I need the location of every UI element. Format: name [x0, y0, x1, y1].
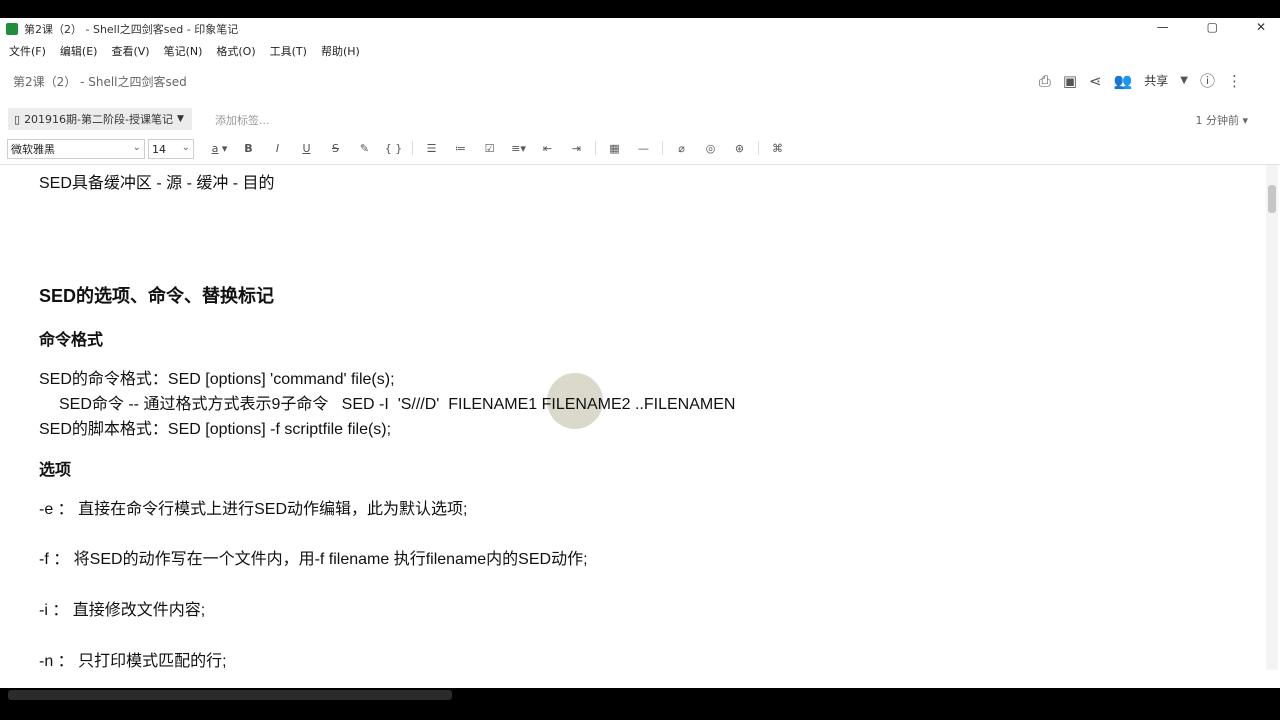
chevron-down-icon: ⌄	[181, 142, 190, 153]
toolbar-divider	[595, 141, 596, 155]
close-button[interactable]: ✕	[1256, 20, 1266, 34]
italic-button[interactable]: I	[263, 142, 292, 155]
outdent-icon[interactable]: ⇤	[533, 142, 562, 155]
window-controls: — ▢ ✕	[1157, 20, 1266, 34]
font-size-select[interactable]: 14 ⌄	[148, 139, 194, 159]
chevron-down-icon: ▼	[177, 114, 184, 124]
share-people-icon[interactable]: 👥	[1114, 72, 1133, 90]
share-button[interactable]: 共享	[1144, 72, 1168, 89]
font-family-value: 微软雅黑	[11, 143, 55, 156]
add-tag-input[interactable]: 添加标签...	[215, 112, 270, 128]
code-button[interactable]: { }	[379, 142, 408, 155]
notebook-name: 201916期-第二阶段-授课笔记	[24, 113, 173, 126]
format-toolbar: 微软雅黑 ⌄ 14 ⌄ a ▾ B I U S ✎ { } ☰ ≔ ☑ ≡▾ ⇤…	[0, 134, 1280, 165]
scrollbar-thumb[interactable]	[1268, 185, 1276, 213]
underline-button[interactable]: U	[292, 142, 321, 155]
title-bar: 第2课（2） - Shell之四剑客sed - 印象笔记 — ▢ ✕	[0, 18, 1280, 40]
font-color-label: a	[211, 141, 219, 155]
horizontal-scrollbar[interactable]	[8, 690, 452, 700]
present-icon[interactable]: ▣	[1063, 72, 1077, 90]
note-header: 第2课（2） - Shell之四剑客sed ⎙ ▣ ⋖ 👥 共享 ▼ ⓘ ⋮	[0, 62, 1280, 106]
font-family-select[interactable]: 微软雅黑 ⌄	[7, 139, 145, 159]
menu-help[interactable]: 帮助(H)	[321, 43, 360, 59]
share-dropdown-icon[interactable]: ▼	[1180, 75, 1188, 86]
bold-button[interactable]: B	[234, 142, 263, 155]
restore-button[interactable]: ▢	[1207, 20, 1218, 34]
header-actions: ⎙ ▣ ⋖ 👥 共享 ▼ ⓘ ⋮	[1039, 70, 1242, 91]
menu-edit[interactable]: 编辑(E)	[60, 43, 98, 59]
window-title: 第2课（2） - Shell之四剑客sed - 印象笔记	[24, 23, 239, 36]
more-tools-icon[interactable]: ⌘	[763, 142, 792, 155]
bullet-list-icon[interactable]: ☰	[417, 142, 446, 155]
option-i: -i ： 直接修改文件内容;	[39, 602, 206, 619]
heading-sed-options: SED的选项、命令、替换标记	[39, 286, 275, 306]
menu-view[interactable]: 查看(V)	[111, 43, 149, 59]
evernote-app-icon	[6, 23, 18, 35]
screen-top-border	[0, 0, 1280, 18]
indent-icon[interactable]: ⇥	[562, 142, 591, 155]
heading-command-format: 命令格式	[39, 332, 104, 349]
minimize-button[interactable]: —	[1157, 20, 1169, 34]
text-line: SED命令 -- 通过格式方式表示9子命令 SED -I 'S///D' FIL…	[59, 396, 736, 413]
print-icon[interactable]: ⎙	[1039, 72, 1051, 90]
font-size-value: 14	[152, 142, 166, 156]
vertical-scrollbar[interactable]	[1266, 165, 1278, 670]
option-n: -n ： 只打印模式匹配的行;	[39, 653, 227, 670]
note-editor[interactable]: SED具备缓冲区 - 源 - 缓冲 - 目的 SED的选项、命令、替换标记 命令…	[0, 165, 1266, 670]
horizontal-rule-icon[interactable]: —	[629, 142, 658, 155]
note-meta-row: ▯ 201916期-第二阶段-授课笔记 ▼ 添加标签... 1 分钟前 ▾	[0, 106, 1280, 134]
toolbar-divider	[662, 141, 663, 155]
menu-note[interactable]: 笔记(N)	[164, 43, 203, 59]
attachment-icon[interactable]: ⌀	[667, 142, 696, 155]
text-line: SED具备缓冲区 - 源 - 缓冲 - 目的	[39, 175, 275, 192]
toolbar-divider	[412, 141, 413, 155]
text-line: SED的命令格式：SED [options] 'command' file(s)…	[39, 371, 395, 388]
text-line: SED的脚本格式：SED [options] -f scriptfile fil…	[39, 421, 392, 438]
numbered-list-icon[interactable]: ≔	[446, 142, 475, 155]
highlight-icon[interactable]: ✎	[350, 142, 379, 155]
more-options-icon[interactable]: ⋮	[1227, 72, 1242, 90]
align-icon[interactable]: ≡▾	[504, 142, 533, 155]
record-audio-icon[interactable]: ◎	[696, 142, 725, 155]
option-f: -f ： 将SED的动作写在一个文件内，用-f filename 执行filen…	[39, 551, 588, 568]
font-color-button[interactable]: a ▾	[205, 142, 234, 155]
chevron-down-icon: ⌄	[132, 142, 141, 153]
info-icon[interactable]: ⓘ	[1200, 70, 1215, 91]
menu-bar: 文件(F) 编辑(E) 查看(V) 笔记(N) 格式(O) 工具(T) 帮助(H…	[0, 40, 1280, 62]
table-icon[interactable]: ▦	[600, 142, 629, 155]
menu-tools[interactable]: 工具(T)	[270, 43, 307, 59]
format-buttons: a ▾ B I U S ✎ { } ☰ ≔ ☑ ≡▾ ⇤ ⇥ ▦ — ⌀ ◎ ⊛…	[205, 141, 792, 155]
checkbox-icon[interactable]: ☑	[475, 142, 504, 155]
updated-time-label: 1 分钟前	[1195, 114, 1239, 127]
menu-format[interactable]: 格式(O)	[216, 43, 255, 59]
note-title[interactable]: 第2课（2） - Shell之四剑客sed	[13, 73, 187, 90]
heading-options: 选项	[39, 462, 72, 479]
toolbar-divider	[758, 141, 759, 155]
strikethrough-button[interactable]: S	[321, 142, 350, 155]
option-e: -e ： 直接在命令行模式上进行SED动作编辑，此为默认选项;	[39, 501, 468, 518]
updated-time[interactable]: 1 分钟前 ▾	[1195, 112, 1248, 128]
screenshot-icon[interactable]: ⊛	[725, 142, 754, 155]
notebook-selector[interactable]: ▯ 201916期-第二阶段-授课笔记 ▼	[8, 108, 192, 130]
notebook-icon: ▯	[14, 112, 21, 126]
menu-file[interactable]: 文件(F)	[9, 43, 46, 59]
share-network-icon[interactable]: ⋖	[1089, 72, 1102, 90]
